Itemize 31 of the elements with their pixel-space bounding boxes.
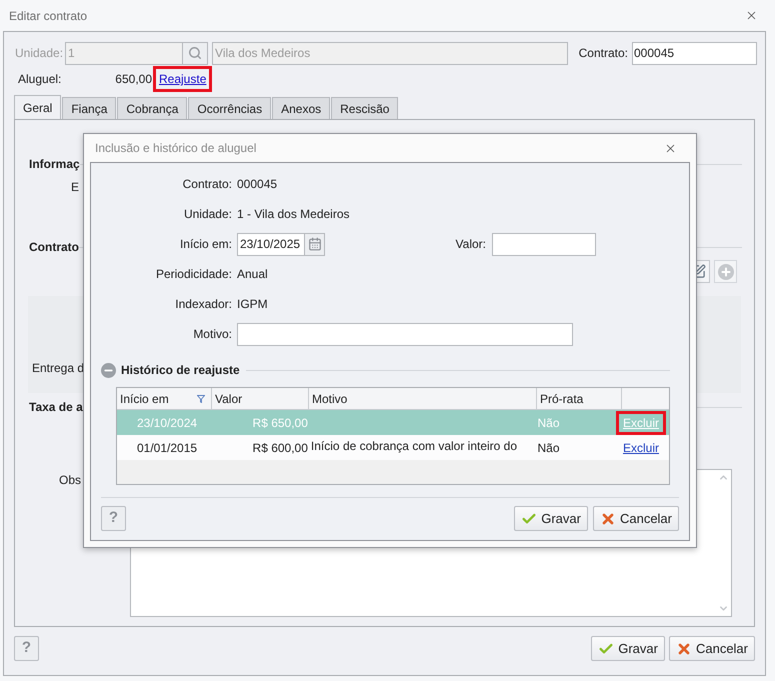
field-value: IGPM (237, 296, 268, 313)
field-label: Contrato: (578, 45, 628, 62)
field-label: Início em: (178, 236, 233, 253)
table-cell-text: R$ 650,00 (252, 414, 308, 432)
field-label: Obs (59, 472, 82, 489)
field-value: Anual (237, 266, 268, 283)
section-title: Histórico de reajuste (121, 362, 240, 379)
field-label: Periodicidade: (154, 266, 233, 283)
field-label: Unidade: (182, 206, 233, 223)
field-label: Motivo: (192, 326, 233, 343)
table-cell-text: 23/10/2024 (136, 414, 198, 432)
dialog-title: Inclusão e histórico de aluguel (95, 140, 256, 157)
table-cell: Início de cobrança com valor inteiro do (310, 439, 518, 453)
section-title: Informaç (29, 156, 80, 173)
table-cell-text: Não (536, 440, 561, 456)
table-cell-text: 01/01/2015 (136, 440, 198, 456)
rent-value: 650,00 (115, 71, 152, 88)
section-title: Taxa de a (29, 399, 83, 416)
field-label: Aluguel: (18, 71, 62, 88)
field-label: E (71, 179, 80, 196)
field-value: 1 - Vila dos Medeiros (237, 206, 350, 223)
field-label: Unidade: (15, 45, 64, 62)
table-cell-text: Não (536, 414, 561, 432)
field-value: 000045 (237, 176, 278, 193)
field-label: Entrega d (32, 360, 84, 377)
field-label: Indexador: (174, 296, 233, 313)
field-label: Contrato: (182, 176, 233, 193)
field-label: Valor: (454, 236, 487, 253)
table-cell-text: R$ 600,00 (252, 440, 308, 456)
section-title: Contrato (29, 239, 79, 256)
window-title: Editar contrato (9, 8, 88, 24)
